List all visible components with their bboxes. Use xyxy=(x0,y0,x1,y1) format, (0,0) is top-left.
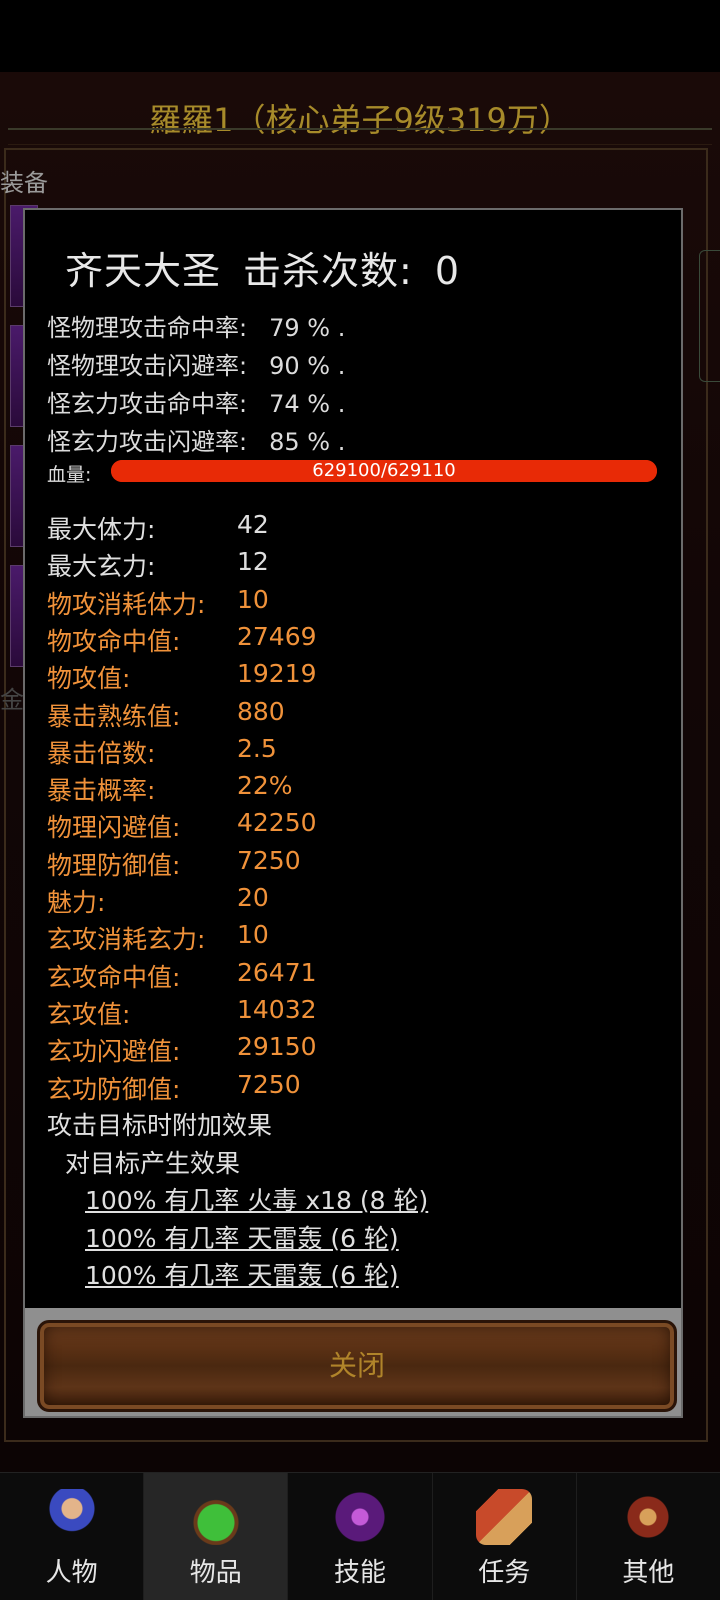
attribute-value: 27469 xyxy=(237,621,317,651)
attribute-label: 魅力: xyxy=(47,888,106,917)
attribute-label: 玄功闪避值: xyxy=(47,1037,181,1067)
attribute-label: 物攻值: xyxy=(47,664,131,694)
kill-count-value: 0 xyxy=(434,249,461,293)
equip-label: 装备 xyxy=(0,169,48,197)
nav-item-other[interactable]: 其他 xyxy=(577,1473,720,1600)
attribute-label: 最大体力: xyxy=(47,515,156,544)
nav-label: 物品 xyxy=(189,1558,242,1588)
bottom-nav: 人物 物品 技能 任务 其他 xyxy=(0,1472,720,1600)
attribute-label: 物攻消耗体力: xyxy=(47,589,206,619)
attribute-label: 物理闪避值: xyxy=(47,813,181,843)
attribute-value: 20 xyxy=(237,883,269,912)
attribute-label: 暴击概率: xyxy=(47,776,156,806)
attribute-label: 物攻命中值: xyxy=(47,626,181,656)
hp-text: 629100/629110 xyxy=(312,460,456,481)
attribute-value: 42250 xyxy=(237,808,317,838)
close-button-frame: 关闭 xyxy=(25,1308,681,1416)
attribute-value: 42 xyxy=(237,510,269,539)
attribute-label: 物理防御值: xyxy=(47,850,181,880)
attribute-value: 22% xyxy=(237,771,293,801)
attribute-value: 880 xyxy=(237,696,285,726)
attribute-value: 12 xyxy=(237,547,269,577)
game-screen: 羅羅1（核心弟子9级319万） 装备 金币4069 齐天大圣击杀次数:0 怪物理… xyxy=(0,0,720,1600)
attribute-value: 7250 xyxy=(237,1069,301,1099)
dialog-title: 齐天大圣 击杀次数: 0 xyxy=(65,240,460,295)
attribute-label: 玄攻命中值: xyxy=(47,962,181,992)
attribute-value: 10 xyxy=(237,920,269,950)
nav-item-skills[interactable]: 技能 xyxy=(288,1473,433,1600)
nav-item-tasks[interactable]: 任务 xyxy=(433,1473,577,1600)
monster-name: 齐天大圣 xyxy=(65,249,222,293)
attribute-value: 10 xyxy=(237,584,269,614)
effect-link[interactable]: 100% 有几率 火毒 x18 (8 轮) xyxy=(85,1181,428,1217)
effects-header: 攻击目标时附加效果 xyxy=(47,1111,273,1140)
hp-label: 血量: xyxy=(47,464,92,486)
attribute-label: 暴击熟练值: xyxy=(47,701,181,731)
nav-item-character[interactable]: 人物 xyxy=(0,1473,145,1600)
attribute-value: 7250 xyxy=(237,845,301,875)
character-icon xyxy=(43,1489,100,1545)
nav-label: 任务 xyxy=(478,1558,531,1588)
effect-link[interactable]: 100% 有几率 天雷轰 (6 轮) xyxy=(85,1219,399,1255)
attribute-label: 玄攻值: xyxy=(47,999,131,1029)
nav-label: 其他 xyxy=(622,1558,675,1588)
monster-info-dialog: 齐天大圣 击杀次数: 0 怪物理攻击命中率: 79 % . 怪物理攻击闪避率: 90 %… xyxy=(23,208,683,1418)
side-tab[interactable] xyxy=(699,250,720,382)
rate-row: 怪玄力攻击闪避率: 85 % . xyxy=(47,428,346,456)
rate-row: 怪玄力攻击命中率: 74 % . xyxy=(47,390,346,418)
effects-subheader: 对目标产生效果 xyxy=(65,1149,241,1178)
effect-link[interactable]: 100% 有几率 天雷轰 (6 轮) xyxy=(85,1256,399,1292)
nav-item-items[interactable]: 物品 xyxy=(144,1473,289,1600)
rate-row: 怪物理攻击闪避率: 90 % . xyxy=(47,352,346,380)
nav-label: 技能 xyxy=(334,1558,387,1588)
hp-bar: 629100/629110 xyxy=(111,460,657,482)
tasks-icon xyxy=(476,1489,533,1545)
close-button[interactable]: 关闭 xyxy=(37,1320,677,1412)
attribute-value: 26471 xyxy=(237,957,317,987)
attribute-value: 14032 xyxy=(237,994,317,1024)
skills-icon xyxy=(332,1489,388,1545)
kill-count-label: 击杀次数: xyxy=(243,249,413,293)
attribute-value: 19219 xyxy=(237,659,317,689)
other-icon xyxy=(620,1489,677,1545)
attribute-value: 29150 xyxy=(237,1032,317,1062)
attribute-label: 玄功防御值: xyxy=(47,1074,181,1104)
attribute-label: 玄攻消耗玄力: xyxy=(47,925,206,955)
attribute-label: 最大玄力: xyxy=(47,552,156,582)
items-icon xyxy=(187,1489,244,1545)
attribute-value: 2.5 xyxy=(237,733,277,763)
title-ornament xyxy=(8,128,712,145)
attribute-label: 暴击倍数: xyxy=(47,738,156,768)
rate-row: 怪物理攻击命中率: 79 % . xyxy=(47,314,346,342)
nav-label: 人物 xyxy=(45,1558,98,1588)
